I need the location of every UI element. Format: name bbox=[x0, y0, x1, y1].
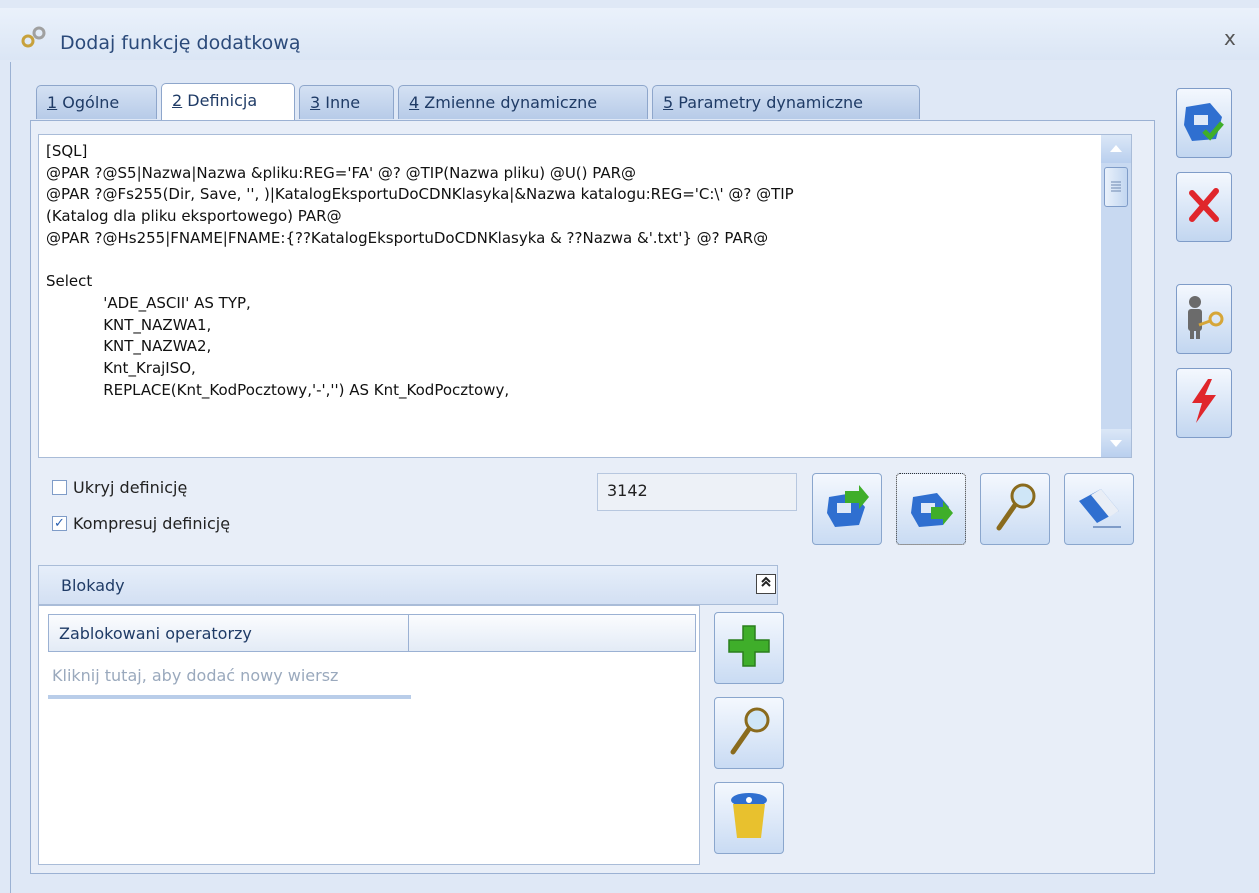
column-header-operators[interactable]: Zablokowani operatorzy bbox=[49, 615, 409, 651]
compress-definition-checkbox[interactable]: ✓ bbox=[52, 516, 67, 531]
compress-definition-row[interactable]: ✓ Kompresuj definicję bbox=[52, 514, 230, 533]
compress-definition-label: Kompresuj definicję bbox=[73, 514, 231, 533]
close-button[interactable]: x bbox=[1224, 26, 1236, 50]
eraser-icon bbox=[1075, 483, 1123, 535]
save-button[interactable] bbox=[1176, 88, 1232, 158]
view-row-button[interactable] bbox=[714, 697, 784, 769]
tab-parametry-dynamiczne[interactable]: 5 Parametry dynamiczne bbox=[652, 85, 920, 119]
lightning-icon bbox=[1186, 377, 1222, 429]
blokady-header: Blokady bbox=[38, 565, 778, 605]
export-disk-icon bbox=[907, 483, 955, 535]
definition-editor[interactable]: [SQL] @PAR ?@S5|Nazwa|Nazwa &pliku:REG='… bbox=[38, 134, 1132, 458]
cancel-icon bbox=[1184, 185, 1224, 229]
tab-definicja[interactable]: 2 Definicja bbox=[161, 83, 295, 121]
save-icon bbox=[1182, 99, 1226, 147]
cancel-button[interactable] bbox=[1176, 172, 1232, 242]
definition-size-field: 3142 bbox=[597, 473, 797, 511]
permissions-button[interactable] bbox=[1176, 284, 1232, 354]
execute-button[interactable] bbox=[1176, 368, 1232, 438]
vertical-scrollbar[interactable] bbox=[1101, 135, 1131, 457]
chevron-up-icon bbox=[760, 576, 772, 591]
scroll-up-button[interactable] bbox=[1101, 135, 1131, 163]
magnifier-icon bbox=[725, 706, 773, 760]
delete-row-button[interactable] bbox=[714, 782, 784, 854]
definition-code[interactable]: [SQL] @PAR ?@S5|Nazwa|Nazwa &pliku:REG='… bbox=[46, 141, 794, 401]
add-row-button[interactable] bbox=[714, 612, 784, 684]
app-icon bbox=[20, 24, 50, 54]
blokady-title: Blokady bbox=[61, 576, 125, 595]
tab-zmienne-dynamiczne[interactable]: 4 Zmienne dynamiczne bbox=[398, 85, 648, 119]
user-key-icon bbox=[1181, 293, 1227, 345]
hide-definition-row[interactable]: Ukryj definicję bbox=[52, 478, 187, 497]
collapse-button[interactable] bbox=[756, 574, 776, 594]
title-bar: Dodaj funkcję dodatkową x bbox=[0, 8, 1259, 60]
tab-inne[interactable]: 3 Inne bbox=[299, 85, 394, 119]
magnifier-icon bbox=[991, 482, 1039, 536]
trash-icon bbox=[727, 790, 771, 846]
scroll-down-button[interactable] bbox=[1101, 429, 1131, 457]
grid-header: Zablokowani operatorzy bbox=[48, 614, 696, 652]
import-disk-icon bbox=[823, 483, 871, 535]
clear-definition-button[interactable] bbox=[1064, 473, 1134, 545]
scroll-thumb[interactable] bbox=[1104, 167, 1128, 207]
tab-ogolne[interactable]: 1 Ogólne bbox=[36, 85, 157, 119]
blocked-operators-grid[interactable]: Zablokowani operatorzy Kliknij tutaj, ab… bbox=[38, 605, 700, 865]
hide-definition-checkbox[interactable] bbox=[52, 480, 67, 495]
export-definition-button[interactable] bbox=[896, 473, 966, 545]
hide-definition-label: Ukryj definicję bbox=[73, 478, 188, 497]
import-definition-button[interactable] bbox=[812, 473, 882, 545]
plus-icon bbox=[725, 622, 773, 674]
preview-definition-button[interactable] bbox=[980, 473, 1050, 545]
new-row-placeholder[interactable]: Kliknij tutaj, aby dodać nowy wiersz bbox=[48, 652, 411, 699]
window-title: Dodaj funkcję dodatkową bbox=[60, 32, 301, 54]
